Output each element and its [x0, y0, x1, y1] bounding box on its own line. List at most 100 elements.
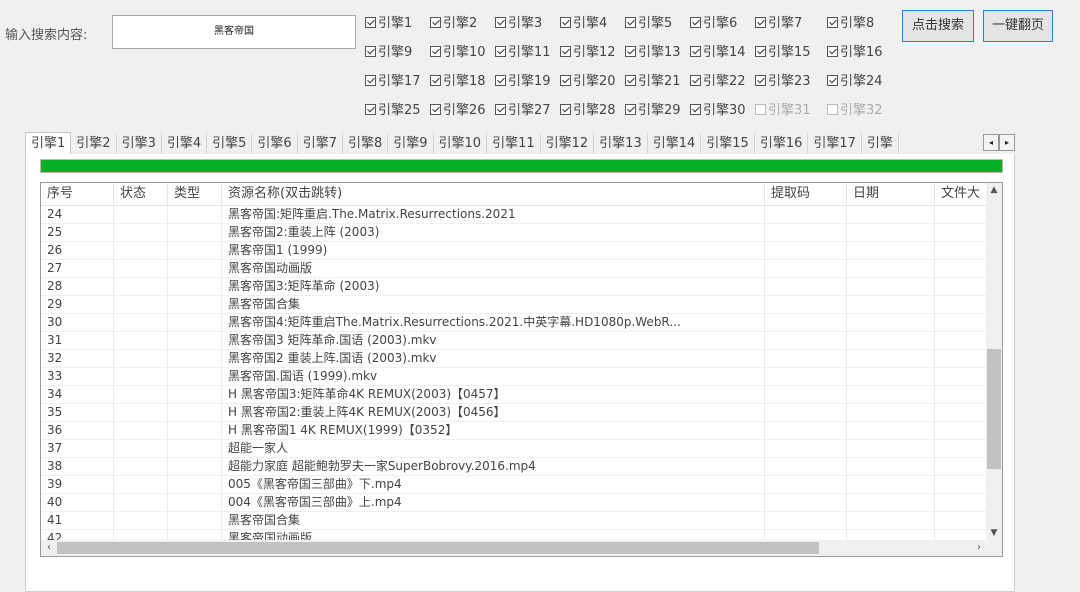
engine-checkbox-18[interactable]: 引擎18 [430, 72, 486, 92]
checkbox-checked-icon[interactable] [755, 75, 766, 86]
horizontal-scrollbar[interactable]: ‹ › [41, 540, 987, 556]
table-row[interactable]: 28 黑客帝国3:矩阵革命 (2003) [41, 277, 995, 296]
results-list[interactable]: 序号 状态 类型 资源名称(双击跳转) 提取码 日期 文件大 24 黑客帝国:矩阵重启.The… [40, 182, 1003, 557]
engine-checkbox-24[interactable]: 引擎24 [827, 72, 883, 92]
engine-checkbox-12[interactable]: 引擎12 [560, 43, 616, 63]
engine-checkbox-19[interactable]: 引擎19 [495, 72, 551, 92]
tab-engine-9[interactable]: 引擎9 [388, 133, 434, 154]
checkbox-checked-icon[interactable] [430, 104, 441, 115]
checkbox-checked-icon[interactable] [430, 46, 441, 57]
column-header[interactable]: 日期 [847, 183, 935, 205]
tab-scroll-right-icon[interactable]: ▸ [999, 134, 1015, 151]
scroll-left-icon[interactable]: ‹ [41, 540, 57, 556]
table-row[interactable]: 31 黑客帝国3 矩阵革命.国语 (2003).mkv [41, 331, 995, 350]
checkbox-checked-icon[interactable] [495, 46, 506, 57]
engine-checkbox-7[interactable]: 引擎7 [755, 14, 802, 34]
vertical-scrollbar[interactable]: ▲ ▼ [986, 183, 1002, 540]
engine-checkbox-32[interactable]: 引擎32 [827, 101, 883, 121]
engine-checkbox-23[interactable]: 引擎23 [755, 72, 811, 92]
column-header[interactable]: 文件大 [935, 183, 987, 205]
engine-checkbox-17[interactable]: 引擎17 [365, 72, 421, 92]
engine-checkbox-31[interactable]: 引擎31 [755, 101, 811, 121]
tab-engine-10[interactable]: 引擎10 [434, 133, 488, 154]
checkbox-checked-icon[interactable] [430, 75, 441, 86]
tab-engine-15[interactable]: 引擎15 [701, 133, 755, 154]
scroll-right-icon[interactable]: › [971, 540, 987, 556]
table-row[interactable]: 33 黑客帝国.国语 (1999).mkv [41, 367, 995, 386]
table-row[interactable]: 38 超能力家庭 超能鲍勃罗夫一家SuperBobrovy.2016.mp4 [41, 457, 995, 476]
checkbox-checked-icon[interactable] [625, 46, 636, 57]
checkbox-unchecked-icon[interactable] [755, 104, 766, 115]
tab-engine-4[interactable]: 引擎4 [162, 133, 208, 154]
tab-engine-13[interactable]: 引擎13 [594, 133, 648, 154]
engine-checkbox-11[interactable]: 引擎11 [495, 43, 551, 63]
tab-engine-17[interactable]: 引擎17 [808, 133, 862, 154]
checkbox-checked-icon[interactable] [495, 17, 506, 28]
checkbox-checked-icon[interactable] [365, 75, 376, 86]
engine-checkbox-4[interactable]: 引擎4 [560, 14, 607, 34]
checkbox-checked-icon[interactable] [827, 17, 838, 28]
table-row[interactable]: 37 超能一家人 [41, 439, 995, 458]
engine-checkbox-25[interactable]: 引擎25 [365, 101, 421, 121]
engine-checkbox-20[interactable]: 引擎20 [560, 72, 616, 92]
checkbox-checked-icon[interactable] [560, 17, 571, 28]
checkbox-checked-icon[interactable] [625, 75, 636, 86]
table-row[interactable]: 27 黑客帝国动画版 [41, 259, 995, 278]
engine-checkbox-21[interactable]: 引擎21 [625, 72, 681, 92]
table-row[interactable]: 26 黑客帝国1 (1999) [41, 241, 995, 260]
tab-engine-14[interactable]: 引擎14 [648, 133, 702, 154]
checkbox-checked-icon[interactable] [560, 104, 571, 115]
table-row[interactable]: 34 H 黑客帝国3:矩阵革命4K REMUX(2003)【0457】 [41, 385, 995, 404]
scroll-up-icon[interactable]: ▲ [986, 183, 1002, 197]
table-row[interactable]: 35 H 黑客帝国2:重装上阵4K REMUX(2003)【0456】 [41, 403, 995, 422]
tab-engine-16[interactable]: 引擎16 [755, 133, 809, 154]
checkbox-unchecked-icon[interactable] [827, 104, 838, 115]
engine-checkbox-5[interactable]: 引擎5 [625, 14, 672, 34]
checkbox-checked-icon[interactable] [755, 17, 766, 28]
engine-checkbox-1[interactable]: 引擎1 [365, 14, 412, 34]
checkbox-checked-icon[interactable] [365, 46, 376, 57]
tab-engine-6[interactable]: 引擎6 [252, 133, 298, 154]
engine-checkbox-13[interactable]: 引擎13 [625, 43, 681, 63]
checkbox-checked-icon[interactable] [625, 104, 636, 115]
table-row[interactable]: 36 H 黑客帝国1 4K REMUX(1999)【0352】 [41, 421, 995, 440]
engine-checkbox-8[interactable]: 引擎8 [827, 14, 874, 34]
tab-engine-7[interactable]: 引擎7 [298, 133, 343, 154]
engine-checkbox-29[interactable]: 引擎29 [625, 101, 681, 121]
engine-checkbox-14[interactable]: 引擎14 [690, 43, 746, 63]
engine-checkbox-16[interactable]: 引擎16 [827, 43, 883, 63]
column-header[interactable]: 状态 [114, 183, 168, 205]
column-header[interactable]: 序号 [41, 183, 114, 205]
table-row[interactable]: 25 黑客帝国2:重装上阵 (2003) [41, 223, 995, 242]
checkbox-checked-icon[interactable] [495, 104, 506, 115]
tab-engine-2[interactable]: 引擎2 [71, 133, 117, 154]
engine-checkbox-9[interactable]: 引擎9 [365, 43, 412, 63]
tab-engine-8[interactable]: 引擎8 [343, 133, 389, 154]
checkbox-checked-icon[interactable] [690, 104, 701, 115]
engine-checkbox-30[interactable]: 引擎30 [690, 101, 746, 121]
table-row[interactable]: 40 004《黑客帝国三部曲》上.mp4 [41, 493, 995, 512]
checkbox-checked-icon[interactable] [560, 75, 571, 86]
checkbox-checked-icon[interactable] [827, 75, 838, 86]
column-header[interactable]: 类型 [168, 183, 222, 205]
table-row[interactable]: 24 黑客帝国:矩阵重启.The.Matrix.Resurrections.202… [41, 205, 995, 224]
column-header[interactable]: 资源名称(双击跳转) [222, 183, 765, 205]
checkbox-checked-icon[interactable] [690, 46, 701, 57]
next-page-button[interactable]: 一键翻页 [983, 10, 1053, 42]
engine-checkbox-10[interactable]: 引擎10 [430, 43, 486, 63]
checkbox-checked-icon[interactable] [365, 17, 376, 28]
table-row[interactable]: 41 黑客帝国合集 [41, 511, 995, 530]
checkbox-checked-icon[interactable] [690, 17, 701, 28]
engine-checkbox-6[interactable]: 引擎6 [690, 14, 737, 34]
checkbox-checked-icon[interactable] [430, 17, 441, 28]
checkbox-checked-icon[interactable] [560, 46, 571, 57]
engine-checkbox-27[interactable]: 引擎27 [495, 101, 551, 121]
tab-engine-3[interactable]: 引擎3 [117, 133, 162, 154]
engine-checkbox-3[interactable]: 引擎3 [495, 14, 542, 34]
checkbox-checked-icon[interactable] [625, 17, 636, 28]
horizontal-scroll-thumb[interactable] [57, 542, 819, 554]
search-button[interactable]: 点击搜索 [902, 10, 974, 42]
checkbox-checked-icon[interactable] [755, 46, 766, 57]
engine-checkbox-2[interactable]: 引擎2 [430, 14, 477, 34]
checkbox-checked-icon[interactable] [365, 104, 376, 115]
